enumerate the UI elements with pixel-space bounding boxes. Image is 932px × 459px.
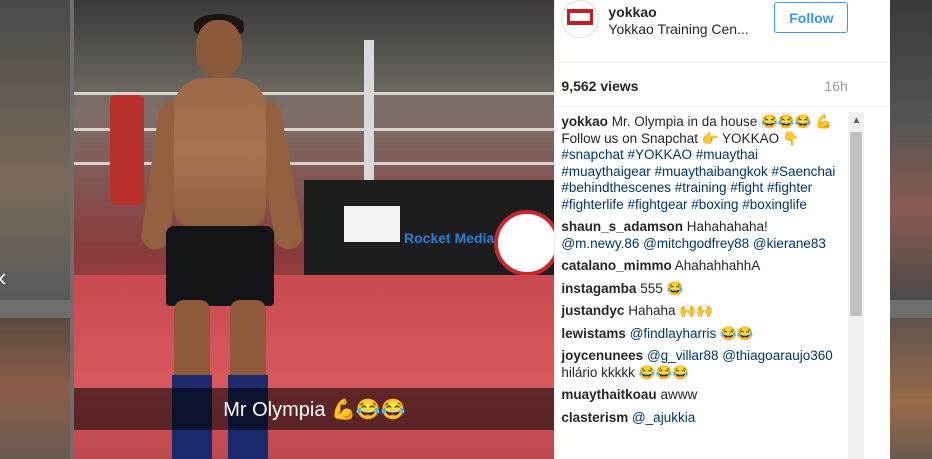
comment-username[interactable]: joycenunees	[561, 348, 643, 363]
list-item: joycenunees @g_villar88 @thiagoaraujo360…	[561, 348, 843, 381]
mention-links[interactable]: @g_villar88 @thiagoaraujo360	[647, 348, 833, 363]
snapchat-caption: Mr Olympia 💪😂😂	[74, 388, 555, 430]
post-timestamp[interactable]: 16h	[824, 78, 847, 94]
list-item: shaun_s_adamson Hahahahaha! @m.newy.86 @…	[561, 219, 843, 252]
ring-floor	[74, 275, 555, 459]
circular-emblem-logo	[494, 210, 555, 276]
comment-text: AhahahhahhA	[674, 258, 761, 273]
ring-rope	[74, 128, 555, 131]
list-item: muaythaitkoau awww	[561, 387, 843, 404]
list-item: lewistams @findlayharris 😂😂	[561, 326, 843, 343]
comment-text: Hahaha 🙌🙌	[628, 303, 713, 318]
mention-links[interactable]: @findlayharris	[630, 326, 716, 341]
list-item: yokkao Mr. Olympia in da house 😂😂😂 💪 Fol…	[561, 114, 843, 213]
comment-text: 😂😂	[719, 325, 754, 341]
fighter-shorts	[166, 226, 274, 306]
post-video[interactable]: Rocket Media Mr Olympia 💪😂😂	[74, 0, 555, 459]
video-scene-ceiling	[74, 0, 555, 95]
comment-text: awww	[660, 387, 698, 402]
background-post-thumbnail	[890, 0, 932, 300]
background-post-thumbnail	[890, 318, 932, 459]
scrollbar-thumb[interactable]	[850, 132, 863, 316]
comment-username[interactable]: muaythaitkoau	[561, 387, 656, 402]
fighter-head	[196, 20, 242, 78]
follow-button[interactable]: Follow	[774, 2, 849, 33]
triangle-up-icon[interactable]: ▲	[848, 112, 864, 128]
list-item: clasterism @_ajukkia	[561, 410, 843, 427]
username-link[interactable]: yokkao	[608, 4, 656, 20]
comment-username[interactable]: shaun_s_adamson	[561, 219, 683, 234]
location-link[interactable]: Yokkao Training Cen...	[608, 21, 748, 37]
comment-text: hilário kkkkk 😂😂😂	[561, 364, 690, 380]
post-side-panel: yokkao Yokkao Training Cen... Follow 9,5…	[554, 0, 891, 459]
mention-links[interactable]: @m.newy.86 @mitchgodfrey88 @kierane83	[561, 236, 825, 251]
views-count[interactable]: 9,562 views	[561, 78, 638, 94]
rocket-media-logo: Rocket Media	[404, 230, 495, 246]
punching-bag	[110, 95, 144, 205]
comment-username[interactable]: justandyc	[561, 303, 624, 318]
comment-username[interactable]: catalano_mimmo	[561, 258, 671, 273]
comment-username[interactable]: yokkao	[561, 114, 608, 129]
yokkao-banner-logo	[344, 206, 400, 242]
post-stats: 9,562 views 16h	[555, 62, 891, 107]
list-item: instagamba 555 😂	[561, 281, 843, 298]
avatar-logo-band	[570, 13, 591, 21]
ring-post	[364, 40, 374, 190]
list-item: justandyc Hahaha 🙌🙌	[561, 303, 843, 320]
chevron-left-icon[interactable]: ‹	[0, 262, 7, 293]
comment-username[interactable]: clasterism	[561, 410, 628, 425]
list-item: catalano_mimmo AhahahhahhA	[561, 258, 843, 275]
ring-rope	[74, 162, 555, 165]
avatar[interactable]	[561, 0, 600, 38]
fighter-torso	[174, 78, 266, 228]
comments-scrollbar[interactable]: ▲	[848, 112, 865, 459]
post-header: yokkao Yokkao Training Cen... Follow	[555, 0, 891, 63]
ring-rope	[74, 92, 555, 95]
comment-username[interactable]: lewistams	[561, 326, 626, 341]
comments-list[interactable]: yokkao Mr. Olympia in da house 😂😂😂 💪 Fol…	[561, 114, 843, 459]
hashtag-links[interactable]: #snapchat #YOKKAO #muaythai #muaythaigea…	[561, 147, 835, 212]
comment-text: Hahahahaha!	[686, 219, 768, 234]
mention-links[interactable]: @_ajukkia	[632, 410, 695, 425]
comment-text: 555 😂	[640, 280, 684, 296]
post-modal: Rocket Media Mr Olympia 💪😂😂 yokkao Yokka…	[74, 0, 891, 459]
background-post-thumbnail	[0, 318, 70, 459]
background-post-thumbnail	[0, 0, 70, 300]
comment-username[interactable]: instagamba	[561, 281, 636, 296]
